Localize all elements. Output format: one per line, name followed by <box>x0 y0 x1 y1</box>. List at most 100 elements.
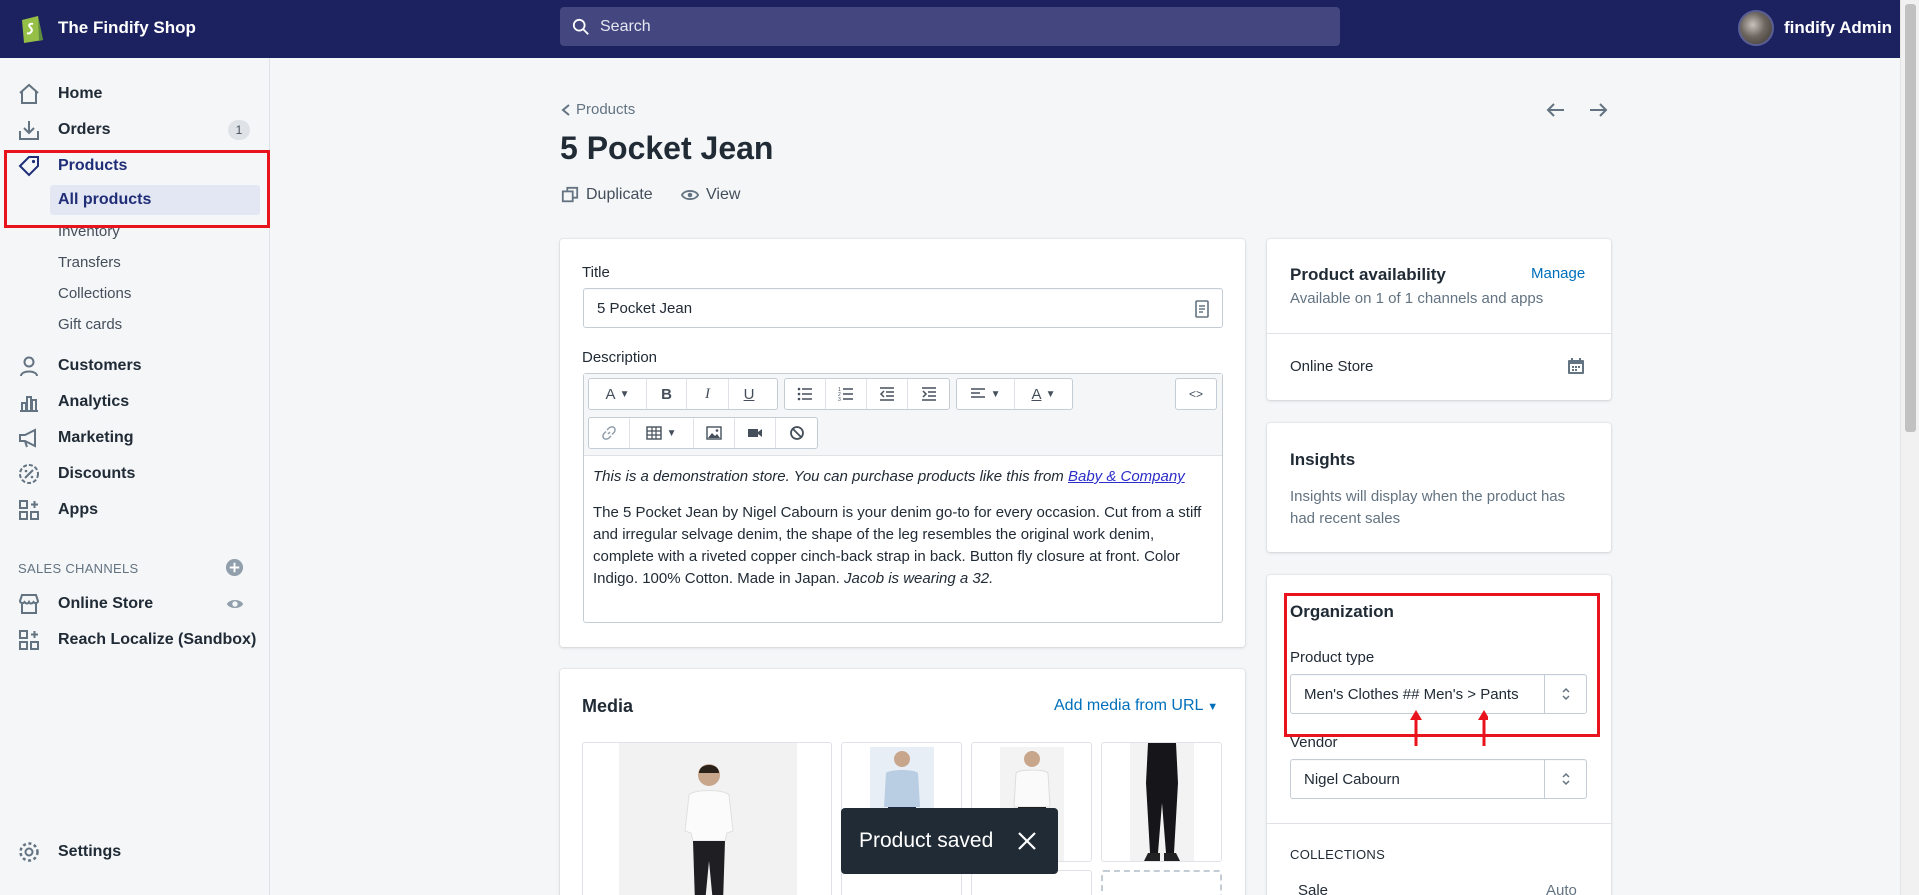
underline-button[interactable]: U <box>729 379 769 409</box>
add-media-dropzone[interactable] <box>1101 870 1222 895</box>
search-icon <box>572 18 589 35</box>
sidebar-item-analytics[interactable]: Analytics <box>0 386 270 418</box>
media-thumbnail[interactable] <box>1101 742 1222 862</box>
manage-link[interactable]: Manage <box>1531 265 1585 282</box>
sidebar-item-apps[interactable]: Apps <box>0 494 270 526</box>
video-icon <box>748 429 762 437</box>
sidebar-item-label: Online Store <box>58 595 154 612</box>
media-thumbnail[interactable] <box>582 742 832 895</box>
insights-text: Insights will display when the product h… <box>1290 488 1566 527</box>
search-bar[interactable] <box>560 7 1340 46</box>
text-color-dropdown[interactable]: A ▼ <box>1015 379 1072 409</box>
sidebar-item-customers[interactable]: Customers <box>0 350 270 382</box>
vendor-select[interactable]: Nigel Cabourn <box>1290 759 1587 799</box>
scrollbar[interactable] <box>1900 0 1919 895</box>
italic-button[interactable]: I <box>687 379 729 409</box>
indent-icon <box>921 387 936 401</box>
font-glyph: A <box>605 385 616 403</box>
sidebar-item-online-store[interactable]: Online Store <box>0 588 270 620</box>
title-input[interactable]: 5 Pocket Jean <box>583 288 1223 328</box>
page-title: 5 Pocket Jean <box>560 130 774 166</box>
vendor-value: Nigel Cabourn <box>1304 770 1400 788</box>
baby-company-link[interactable]: Baby & Company <box>1068 468 1185 485</box>
align-left-icon <box>971 388 986 398</box>
person-icon <box>20 356 38 377</box>
align-color-group: ▼ A ▼ <box>956 378 1073 410</box>
divider <box>1267 333 1611 334</box>
sidebar-item-label: Discounts <box>58 465 136 482</box>
sidebar-subitem-transfers[interactable]: Transfers <box>58 254 121 271</box>
arrow-right-icon[interactable] <box>1586 98 1610 122</box>
sales-channels-title: SALES CHANNELS <box>18 561 139 576</box>
image-icon <box>706 426 722 440</box>
scroll-thumb[interactable] <box>1905 4 1916 432</box>
numbered-list-button[interactable]: 123 <box>826 379 867 409</box>
html-view-button[interactable]: <> <box>1176 379 1216 409</box>
model-figure-icon <box>684 764 734 895</box>
sidebar-subitem-gift-cards[interactable]: Gift cards <box>58 316 122 333</box>
search-input[interactable] <box>600 17 1300 36</box>
shopify-logo-icon[interactable] <box>18 12 46 44</box>
select-arrows-icon <box>1561 772 1570 786</box>
block-icon <box>789 426 804 440</box>
sidebar-item-label: Analytics <box>58 393 130 410</box>
insert-video-button[interactable] <box>735 418 776 448</box>
duplicate-button[interactable]: Duplicate <box>561 186 653 204</box>
add-media-url-link[interactable]: Add media from URL ▼ <box>1054 697 1218 715</box>
sidebar-item-home[interactable]: Home <box>0 78 270 110</box>
sidebar-item-reach-localize[interactable]: Reach Localize (Sandbox) <box>0 624 270 656</box>
add-channel-icon[interactable] <box>225 558 244 577</box>
annotation-arrows-icon <box>1410 710 1488 746</box>
apps-icon <box>19 630 39 650</box>
table-dropdown[interactable]: ▼ <box>630 418 694 448</box>
indent-button[interactable] <box>908 379 949 409</box>
chevron-left-icon <box>561 103 570 116</box>
sidebar-item-settings[interactable]: Settings <box>0 836 270 868</box>
toast-message: Product saved <box>859 829 994 852</box>
font-dropdown[interactable]: A ▼ <box>589 379 647 409</box>
svg-text:3: 3 <box>838 397 841 402</box>
close-icon[interactable] <box>1016 830 1038 852</box>
bold-button[interactable]: B <box>647 379 687 409</box>
avatar[interactable] <box>1738 10 1774 46</box>
channel-online-store: Online Store <box>1290 358 1374 375</box>
breadcrumb-products[interactable]: Products <box>576 101 635 118</box>
arrow-left-icon[interactable] <box>1544 98 1568 122</box>
eye-icon[interactable] <box>226 595 244 613</box>
sidebar-item-label: Home <box>58 85 103 102</box>
align-dropdown[interactable]: ▼ <box>957 379 1015 409</box>
bullet-list-icon <box>797 387 812 401</box>
admin-name[interactable]: findify Admin <box>1784 18 1892 38</box>
document-icon[interactable] <box>1195 300 1209 318</box>
sidebar-item-discounts[interactable]: Discounts <box>0 458 270 490</box>
discount-icon <box>19 464 39 484</box>
availability-title: Product availability <box>1290 265 1446 284</box>
view-button[interactable]: View <box>681 186 740 204</box>
breadcrumb[interactable]: Products <box>560 101 635 118</box>
rich-text-editor[interactable]: A ▼ B I U 123 ▼ A ▼ <> ▼ This is a demon… <box>583 373 1223 623</box>
collections-title: COLLECTIONS <box>1290 847 1386 862</box>
format-group: A ▼ B I U <box>588 378 778 410</box>
sidebar-subitem-collections[interactable]: Collections <box>58 285 131 302</box>
numbered-list-icon: 123 <box>838 387 853 402</box>
sidebar-item-label: Settings <box>58 843 122 860</box>
insert-group: ▼ <box>588 417 818 449</box>
select-arrows[interactable] <box>1544 760 1586 798</box>
description-label: Description <box>582 349 658 366</box>
gear-icon <box>19 842 39 862</box>
bar-chart-icon <box>20 396 38 412</box>
sidebar-item-label: Customers <box>58 357 142 374</box>
product-photo <box>619 743 797 895</box>
collection-auto-label: Auto <box>1546 882 1577 895</box>
shop-name[interactable]: The Findify Shop <box>58 18 196 38</box>
availability-subtitle: Available on 1 of 1 channels and apps <box>1290 290 1544 307</box>
link-button[interactable] <box>589 418 630 448</box>
bullet-list-button[interactable] <box>785 379 826 409</box>
outdent-button[interactable] <box>867 379 908 409</box>
editor-content[interactable]: This is a demonstration store. You can p… <box>593 466 1215 604</box>
sidebar-item-orders[interactable]: Orders 1 <box>0 114 270 146</box>
sidebar-item-marketing[interactable]: Marketing <box>0 422 270 454</box>
insert-image-button[interactable] <box>694 418 735 448</box>
calendar-icon[interactable] <box>1567 357 1585 375</box>
clear-format-button[interactable] <box>776 418 817 448</box>
